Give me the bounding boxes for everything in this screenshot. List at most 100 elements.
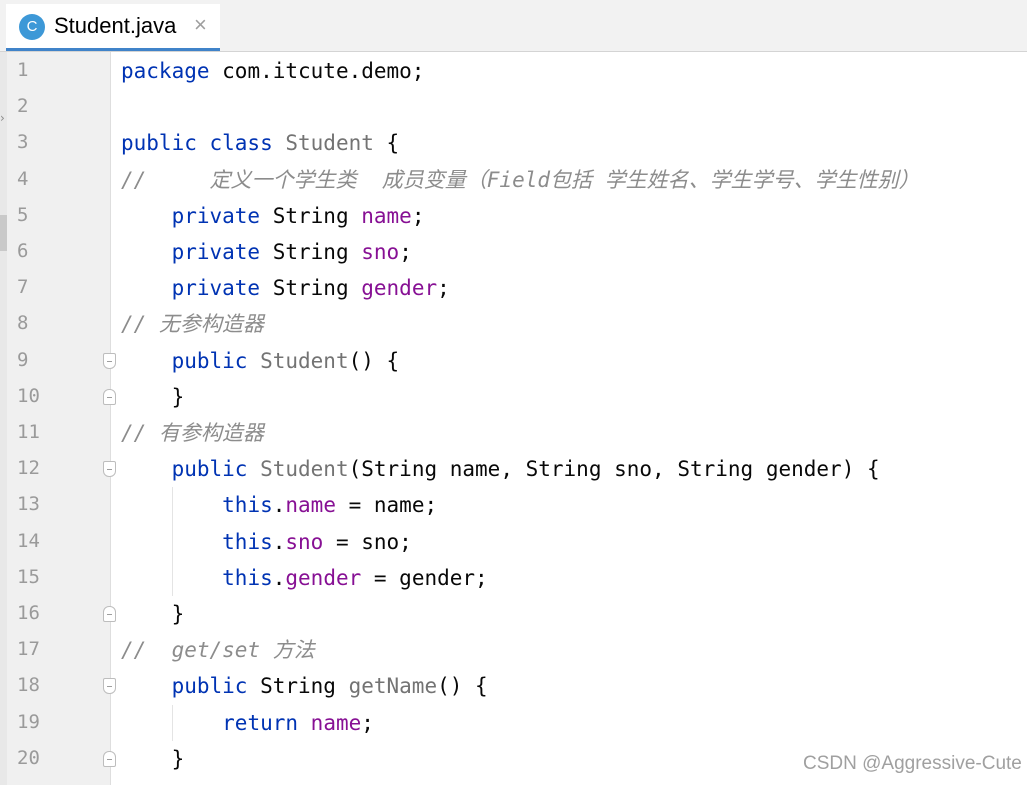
line-number: 12 — [17, 457, 40, 480]
code-token: } — [121, 746, 185, 771]
code-token: ; — [437, 276, 450, 301]
code-token: private — [171, 240, 261, 264]
code-token: name — [361, 203, 412, 228]
code-token: // get/set 方法 — [121, 638, 315, 663]
left-tool-strip: › — [0, 52, 7, 785]
fold-end-icon[interactable] — [103, 606, 116, 622]
code-line[interactable]: } — [121, 379, 185, 415]
code-token: { — [373, 131, 400, 156]
line-number: 5 — [17, 203, 29, 226]
code-token: // 无参构造器 — [121, 312, 264, 337]
watermark: CSDN @Aggressive-Cute — [803, 753, 1022, 774]
java-class-icon: C — [19, 14, 45, 40]
code-token: public class — [121, 131, 273, 156]
chevron-right-icon[interactable]: › — [0, 112, 5, 124]
code-line[interactable]: package com.itcute.demo; — [121, 53, 424, 89]
code-line[interactable]: public class Student { — [121, 125, 399, 161]
code-token: name — [285, 493, 336, 518]
tab-label: Student.java — [54, 13, 177, 38]
code-line[interactable]: // 定义一个学生类 成员变量（Field包括 学生姓名、学生学号、学生性别） — [121, 162, 920, 198]
fold-collapse-icon[interactable] — [103, 678, 116, 695]
code-line[interactable]: return name; — [121, 705, 374, 741]
code-token: this — [222, 493, 273, 518]
code-line[interactable]: private String name; — [121, 198, 425, 234]
code-line[interactable]: } — [121, 596, 185, 632]
line-number: 1 — [17, 59, 29, 81]
code-token: String — [260, 276, 362, 301]
code-line[interactable]: public Student(String name, String sno, … — [121, 451, 880, 487]
tab-student-java[interactable]: C Student.java × — [6, 4, 220, 51]
fold-collapse-icon[interactable] — [103, 461, 116, 478]
code-token: String — [247, 674, 349, 699]
code-token: com.itcute.demo; — [209, 59, 425, 83]
line-number: 14 — [17, 529, 40, 552]
code-token: . — [272, 565, 286, 590]
line-number: 19 — [17, 710, 40, 733]
line-number: 18 — [17, 674, 40, 697]
code-token: = gender; — [361, 565, 488, 590]
line-number: 10 — [17, 384, 40, 407]
line-number: 15 — [17, 565, 40, 588]
code-token: String — [260, 240, 362, 264]
code-token: gender — [285, 565, 362, 590]
line-number: 16 — [17, 602, 40, 624]
code-token: Student — [260, 457, 349, 482]
code-line[interactable]: this.gender = gender; — [121, 560, 488, 596]
code-line[interactable]: // 无参构造器 — [121, 306, 264, 342]
code-token: private — [171, 276, 261, 301]
line-number: 20 — [17, 746, 40, 769]
code-token: public — [171, 674, 248, 699]
fold-end-icon[interactable] — [103, 750, 116, 767]
indent-guide — [172, 487, 173, 596]
code-token: () { — [437, 674, 488, 699]
code-line[interactable]: public String getName() { — [121, 668, 488, 704]
line-number: 11 — [17, 421, 40, 443]
scroll-marker — [0, 215, 7, 251]
code-token: (String name, String sno, String gender)… — [348, 457, 880, 482]
code-token: . — [272, 529, 286, 554]
code-line[interactable]: private String sno; — [121, 234, 412, 270]
indent-guide — [172, 704, 173, 741]
line-number: 3 — [17, 131, 29, 154]
editor-tab-bar: C Student.java × — [0, 0, 1027, 52]
code-token: this — [222, 529, 273, 554]
code-line[interactable]: this.sno = sno; — [121, 524, 412, 560]
code-token: return — [222, 710, 299, 735]
line-number: 17 — [17, 638, 40, 661]
code-token: () { — [348, 348, 400, 373]
code-token: public — [171, 348, 248, 373]
code-token: Student — [285, 131, 374, 156]
code-token: ; — [361, 710, 374, 735]
code-line[interactable]: // 有参构造器 — [121, 415, 264, 451]
line-number: 6 — [17, 240, 29, 262]
line-number: 4 — [17, 167, 29, 190]
code-token: // 定义一个学生类 成员变量（Field包括 学生姓名、学生学号、学生性别） — [121, 167, 920, 192]
code-line[interactable]: // get/set 方法 — [121, 632, 315, 668]
fold-end-icon[interactable] — [103, 388, 116, 405]
fold-collapse-icon[interactable] — [103, 352, 116, 369]
code-token: this — [222, 565, 273, 590]
code-token: ; — [399, 240, 412, 264]
code-line[interactable]: } — [121, 741, 185, 777]
code-token: name — [310, 710, 362, 735]
line-number: 7 — [17, 276, 29, 299]
code-line[interactable]: public Student() { — [121, 343, 400, 379]
code-token: String — [260, 203, 362, 228]
code-token: = name; — [335, 493, 438, 518]
code-line[interactable]: this.name = name; — [121, 487, 437, 523]
code-token: } — [121, 602, 185, 626]
code-token: getName — [348, 674, 438, 699]
code-token: ; — [411, 203, 425, 228]
close-icon[interactable]: × — [194, 12, 207, 38]
code-line[interactable]: private String gender; — [121, 270, 450, 306]
code-token: public — [171, 457, 248, 482]
line-number: 9 — [17, 348, 29, 371]
